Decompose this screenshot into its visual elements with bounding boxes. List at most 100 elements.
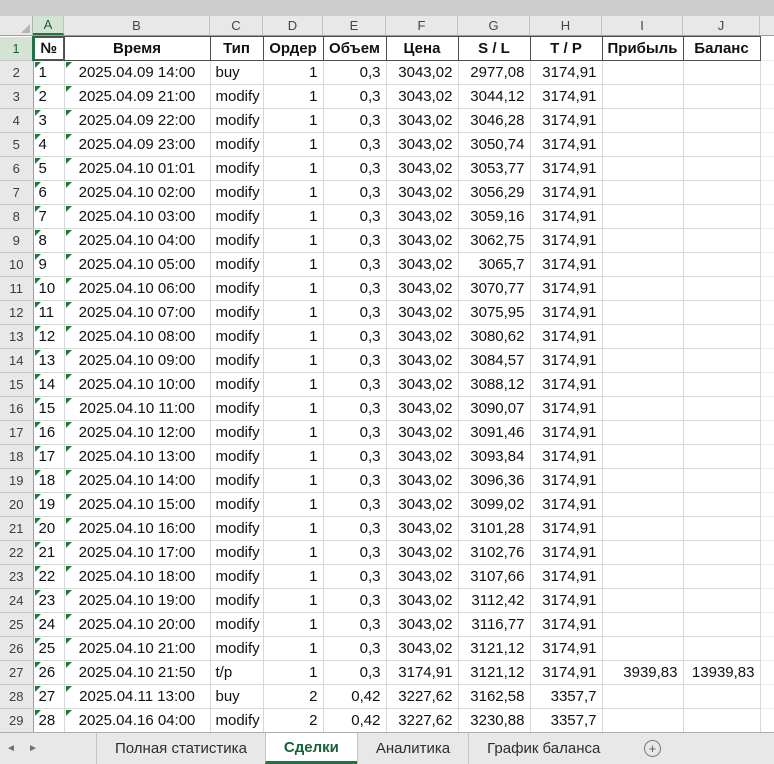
cell-C7[interactable]: modify — [210, 180, 264, 205]
cell-I10[interactable] — [602, 252, 684, 277]
cell-H22[interactable]: 3174,91 — [530, 540, 603, 565]
cell-A4[interactable]: 3 — [33, 108, 65, 133]
cell-H12[interactable]: 3174,91 — [530, 300, 603, 325]
cell-A27[interactable]: 26 — [33, 660, 65, 685]
cell-B25[interactable]: 2025.04.10 20:00 — [64, 612, 211, 637]
cell-D26[interactable]: 1 — [263, 636, 324, 661]
cell-I29[interactable] — [602, 708, 684, 732]
cell-F1[interactable]: Цена — [385, 36, 459, 61]
cell-G21[interactable]: 3101,28 — [458, 516, 531, 541]
cell-F28[interactable]: 3227,62 — [386, 684, 459, 709]
cell-J9[interactable] — [683, 228, 761, 253]
cell-G22[interactable]: 3102,76 — [458, 540, 531, 565]
cell-G1[interactable]: S / L — [457, 36, 531, 61]
cell-H26[interactable]: 3174,91 — [530, 636, 603, 661]
row-header-26[interactable]: 26 — [0, 636, 34, 661]
cell-G5[interactable]: 3050,74 — [458, 132, 531, 157]
cell-B2[interactable]: 2025.04.09 14:00 — [64, 60, 211, 85]
row-header-15[interactable]: 15 — [0, 372, 34, 397]
cell-H18[interactable]: 3174,91 — [530, 444, 603, 469]
cell-I20[interactable] — [602, 492, 684, 517]
cell-B10[interactable]: 2025.04.10 05:00 — [64, 252, 211, 277]
cell-F26[interactable]: 3043,02 — [386, 636, 459, 661]
cell-J16[interactable] — [683, 396, 761, 421]
cell-B14[interactable]: 2025.04.10 09:00 — [64, 348, 211, 373]
cell-I5[interactable] — [602, 132, 684, 157]
cell-B5[interactable]: 2025.04.09 23:00 — [64, 132, 211, 157]
cell-J19[interactable] — [683, 468, 761, 493]
cell-F9[interactable]: 3043,02 — [386, 228, 459, 253]
row-header-18[interactable]: 18 — [0, 444, 34, 469]
cell-H14[interactable]: 3174,91 — [530, 348, 603, 373]
cell-A26[interactable]: 25 — [33, 636, 65, 661]
column-header-A[interactable]: A — [33, 16, 64, 35]
cell-C15[interactable]: modify — [210, 372, 264, 397]
cell-H29[interactable]: 3357,7 — [530, 708, 603, 732]
cell-E7[interactable]: 0,3 — [323, 180, 387, 205]
cell-I16[interactable] — [602, 396, 684, 421]
cell-E13[interactable]: 0,3 — [323, 324, 387, 349]
cell-H7[interactable]: 3174,91 — [530, 180, 603, 205]
cell-C9[interactable]: modify — [210, 228, 264, 253]
cell-I2[interactable] — [602, 60, 684, 85]
cell-G8[interactable]: 3059,16 — [458, 204, 531, 229]
cell-C25[interactable]: modify — [210, 612, 264, 637]
cell-D24[interactable]: 1 — [263, 588, 324, 613]
cell-H15[interactable]: 3174,91 — [530, 372, 603, 397]
cell-G7[interactable]: 3056,29 — [458, 180, 531, 205]
cell-C8[interactable]: modify — [210, 204, 264, 229]
cell-F25[interactable]: 3043,02 — [386, 612, 459, 637]
cell-A22[interactable]: 21 — [33, 540, 65, 565]
cell-D17[interactable]: 1 — [263, 420, 324, 445]
cell-I15[interactable] — [602, 372, 684, 397]
cell-G19[interactable]: 3096,36 — [458, 468, 531, 493]
tab-scroll-right-button[interactable]: ► — [22, 733, 44, 764]
column-header-G[interactable]: G — [458, 16, 530, 35]
cell-B22[interactable]: 2025.04.10 17:00 — [64, 540, 211, 565]
cell-D8[interactable]: 1 — [263, 204, 324, 229]
cell-J21[interactable] — [683, 516, 761, 541]
cell-I12[interactable] — [602, 300, 684, 325]
cell-E8[interactable]: 0,3 — [323, 204, 387, 229]
cell-H8[interactable]: 3174,91 — [530, 204, 603, 229]
cell-C27[interactable]: t/p — [210, 660, 264, 685]
cell-A29[interactable]: 28 — [33, 708, 65, 732]
cell-A14[interactable]: 13 — [33, 348, 65, 373]
cell-H25[interactable]: 3174,91 — [530, 612, 603, 637]
cell-E23[interactable]: 0,3 — [323, 564, 387, 589]
cell-D13[interactable]: 1 — [263, 324, 324, 349]
cell-E17[interactable]: 0,3 — [323, 420, 387, 445]
cell-A25[interactable]: 24 — [33, 612, 65, 637]
cell-B17[interactable]: 2025.04.10 12:00 — [64, 420, 211, 445]
cell-A21[interactable]: 20 — [33, 516, 65, 541]
column-header-E[interactable]: E — [323, 16, 386, 35]
cell-E24[interactable]: 0,3 — [323, 588, 387, 613]
cell-E3[interactable]: 0,3 — [323, 84, 387, 109]
cell-E25[interactable]: 0,3 — [323, 612, 387, 637]
cell-A10[interactable]: 9 — [33, 252, 65, 277]
cell-C13[interactable]: modify — [210, 324, 264, 349]
cell-F13[interactable]: 3043,02 — [386, 324, 459, 349]
cell-C17[interactable]: modify — [210, 420, 264, 445]
cell-I11[interactable] — [602, 276, 684, 301]
cell-B21[interactable]: 2025.04.10 16:00 — [64, 516, 211, 541]
cell-B8[interactable]: 2025.04.10 03:00 — [64, 204, 211, 229]
cell-D27[interactable]: 1 — [263, 660, 324, 685]
cell-G14[interactable]: 3084,57 — [458, 348, 531, 373]
cell-E11[interactable]: 0,3 — [323, 276, 387, 301]
cell-E22[interactable]: 0,3 — [323, 540, 387, 565]
cell-F8[interactable]: 3043,02 — [386, 204, 459, 229]
cell-F24[interactable]: 3043,02 — [386, 588, 459, 613]
cell-E4[interactable]: 0,3 — [323, 108, 387, 133]
cell-J6[interactable] — [683, 156, 761, 181]
row-header-9[interactable]: 9 — [0, 228, 34, 253]
cell-A6[interactable]: 5 — [33, 156, 65, 181]
cell-I7[interactable] — [602, 180, 684, 205]
cell-A20[interactable]: 19 — [33, 492, 65, 517]
cell-C28[interactable]: buy — [210, 684, 264, 709]
row-header-10[interactable]: 10 — [0, 252, 34, 277]
row-header-27[interactable]: 27 — [0, 660, 34, 685]
column-header-I[interactable]: I — [602, 16, 683, 35]
cell-A15[interactable]: 14 — [33, 372, 65, 397]
column-header-B[interactable]: B — [64, 16, 210, 35]
